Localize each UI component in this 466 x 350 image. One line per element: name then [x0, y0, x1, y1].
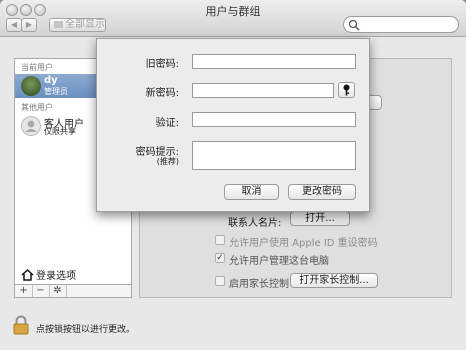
- old-password-label: 旧密码:: [145, 59, 179, 70]
- back-button[interactable]: ◀: [6, 18, 22, 32]
- user-name: dy: [44, 75, 58, 86]
- title-bar: 用户与群组 ◀ ▶ 全部显示: [0, 0, 466, 37]
- forward-arrow-icon: ▶: [25, 20, 33, 29]
- home-icon: [21, 268, 34, 281]
- search-input[interactable]: [362, 18, 452, 30]
- hint-recommended-label: (推荐): [156, 157, 179, 166]
- new-password-field[interactable]: [192, 83, 334, 98]
- reset-appleid-checkbox[interactable]: [215, 235, 225, 245]
- password-hint-field[interactable]: [192, 141, 356, 170]
- login-options-item[interactable]: 登录选项: [21, 267, 76, 282]
- password-assistant-button[interactable]: [338, 82, 355, 98]
- list-actions-bar: + − ✲: [14, 284, 132, 298]
- other-users-header: 其他用户: [21, 103, 53, 112]
- show-all-label: 全部显示: [65, 19, 105, 30]
- allow-admin-checkbox[interactable]: ✓: [215, 253, 225, 263]
- new-password-label: 新密码:: [145, 88, 179, 99]
- guest-avatar-icon: [21, 116, 41, 136]
- add-user-button[interactable]: +: [15, 285, 33, 297]
- search-icon: [348, 19, 360, 31]
- lock-bar: 点按锁按钮以进行更改。: [0, 300, 466, 350]
- contacts-card-label: 联系人名片:: [228, 218, 282, 229]
- guest-role: 仅限共享: [44, 127, 76, 136]
- verify-field[interactable]: [192, 112, 356, 127]
- change-password-dialog: 旧密码: 新密码: 验证: 密码提示: (推荐) 取消 更改密码: [96, 38, 370, 212]
- show-all-button[interactable]: 全部显示: [49, 18, 106, 32]
- verify-label: 验证:: [155, 118, 179, 129]
- grid-icon: [54, 21, 63, 28]
- users-groups-window: 用户与群组 ◀ ▶ 全部显示 当前用户 dy 管理员 其他用户 客人用户 仅限共…: [0, 0, 466, 350]
- remove-user-button[interactable]: −: [32, 285, 50, 297]
- old-password-field[interactable]: [192, 54, 356, 69]
- open-parental-controls-button[interactable]: 打开家长控制...: [290, 273, 378, 288]
- lock-message: 点按锁按钮以进行更改。: [36, 325, 136, 335]
- user-avatar: [21, 76, 41, 96]
- current-users-header: 当前用户: [21, 63, 53, 72]
- reset-appleid-label: 允许用户使用 Apple ID 重设密码: [229, 238, 378, 249]
- login-options-label: 登录选项: [36, 271, 76, 282]
- search-field[interactable]: [343, 16, 459, 33]
- forward-button[interactable]: ▶: [21, 18, 37, 32]
- gear-icon[interactable]: ✲: [49, 285, 67, 297]
- change-password-button[interactable]: 更改密码: [288, 184, 356, 200]
- parental-controls-checkbox[interactable]: [215, 276, 225, 286]
- allow-admin-label: 允许用户管理这台电脑: [229, 256, 329, 267]
- lock-icon[interactable]: [13, 315, 29, 335]
- user-role: 管理员: [44, 87, 68, 96]
- cancel-button[interactable]: 取消: [224, 184, 279, 200]
- key-icon: [343, 84, 350, 96]
- open-contact-card-button[interactable]: 打开...: [290, 211, 350, 226]
- parental-controls-label: 启用家长控制: [229, 279, 289, 290]
- back-arrow-icon: ◀: [10, 20, 18, 29]
